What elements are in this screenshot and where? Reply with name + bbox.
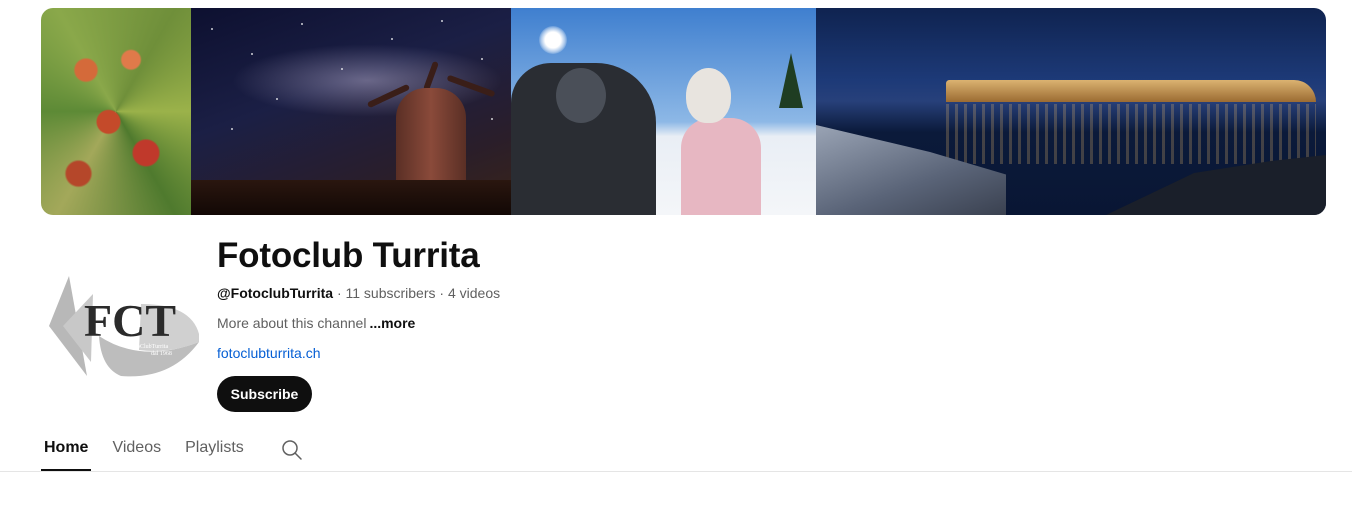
channel-banner [41,8,1326,215]
channel-description[interactable]: More about this channel ...more [217,314,415,332]
video-count: 4 videos [447,285,501,301]
search-icon[interactable] [280,438,304,462]
description-text: More about this channel [217,315,367,331]
logo-subtext: FotoClubTurrita [129,344,168,350]
banner-photo-snow-couple [511,8,816,215]
channel-external-link[interactable]: fotoclubturrita.ch [217,344,321,362]
channel-title: Fotoclub Turrita [217,236,480,275]
meta-separator: · [439,285,445,301]
fct-logo: FCT FotoClubTurrita dal 1968 [49,276,199,377]
subscribe-button[interactable]: Subscribe [217,376,312,412]
channel-meta: @FotoclubTurrita · 11 subscribers · 4 vi… [217,284,500,302]
tab-videos[interactable]: Videos [112,430,161,471]
tab-home[interactable]: Home [40,430,92,471]
banner-photo-baobab-milkyway [191,8,511,215]
channel-handle: @FotoclubTurrita [217,285,334,301]
subscriber-count: 11 subscribers [345,285,436,301]
channel-avatar[interactable]: FCT FotoClubTurrita dal 1968 [41,264,201,380]
tabs-divider [0,471,1352,472]
logo-year: dal 1968 [151,351,172,357]
channel-tabs: Home Videos Playlists [40,430,302,471]
more-link[interactable]: ...more [369,315,415,331]
logo-text: FCT [84,295,176,346]
meta-separator: · [336,285,342,301]
banner-photo-valletta-night [816,8,1326,215]
banner-photo-swirl [41,8,191,215]
tab-playlists[interactable]: Playlists [185,430,244,471]
